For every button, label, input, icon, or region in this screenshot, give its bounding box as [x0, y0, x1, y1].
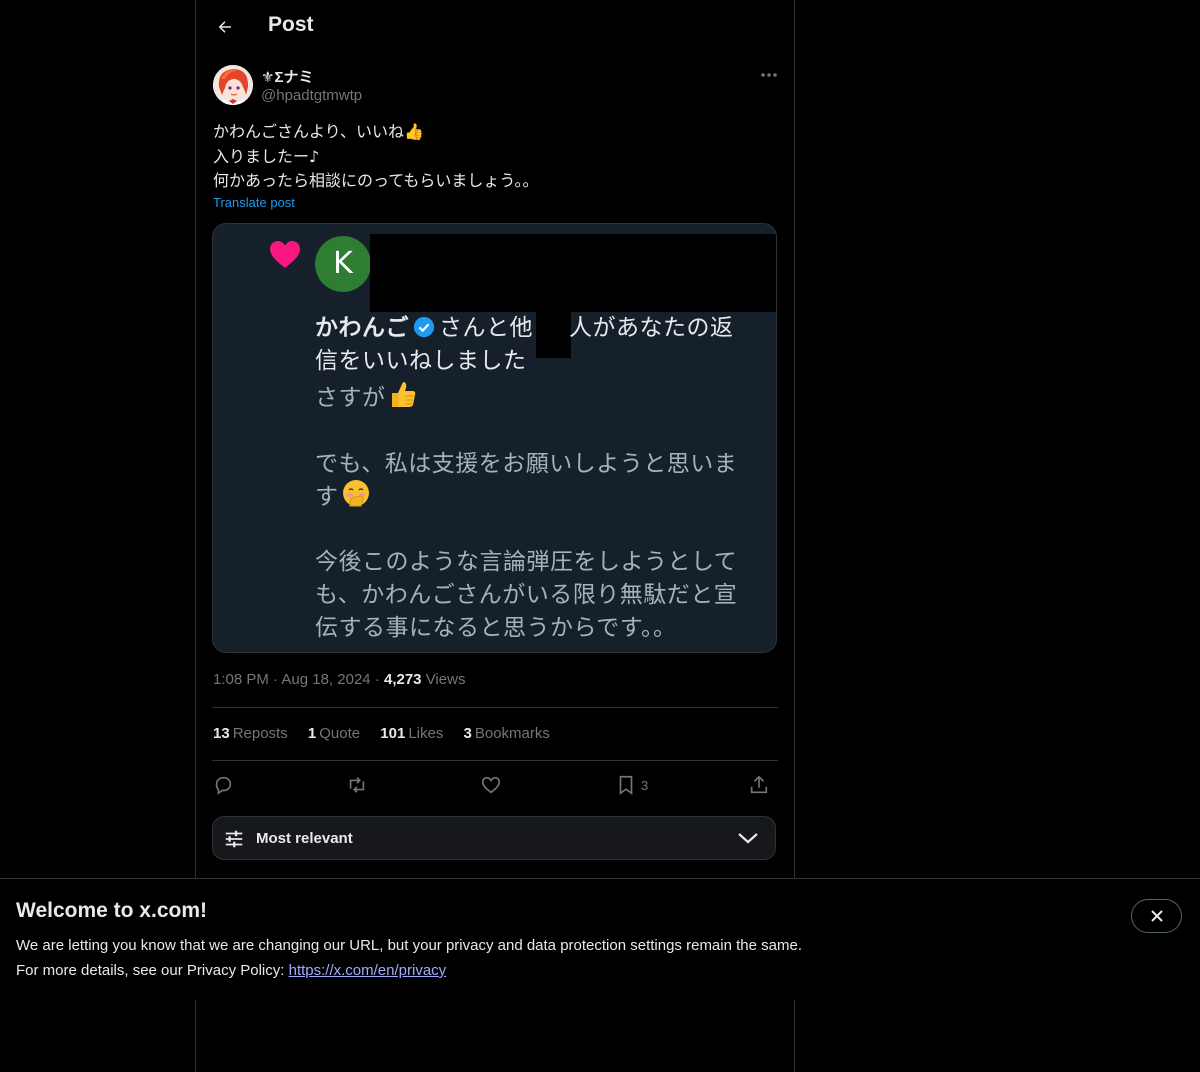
reply-line: 伝する事になると思うからです。。: [315, 615, 677, 641]
more-icon: [761, 73, 777, 77]
bookmark-count: 3: [641, 777, 649, 793]
repost-icon: [349, 777, 365, 793]
share-icon: [750, 775, 768, 794]
post-text: かわんごさんより、いいね👍 入りましたー♪ 何かあったら相談にのってもらいましょ…: [213, 120, 773, 194]
post-date[interactable]: Aug 18, 2024: [281, 671, 370, 688]
bookmark-icon: [619, 775, 633, 795]
share-button[interactable]: [748, 773, 770, 797]
reply-line: さすが: [315, 378, 418, 412]
like-button[interactable]: [480, 773, 502, 797]
reply-line: でも、私は支援をお願いしようと思いま: [315, 451, 738, 477]
notification-name: かわんご: [315, 315, 409, 341]
stat-count: 1: [307, 725, 317, 742]
reply-line: 今後このような言論弾圧をしようとして: [315, 549, 738, 575]
divider: [212, 760, 778, 761]
translate-post-link[interactable]: Translate post: [213, 195, 295, 210]
separator: ·: [273, 671, 279, 688]
avatar-image: [213, 65, 253, 105]
chevron-down-icon: [738, 833, 758, 844]
post-text-line: かわんごさんより、いいね👍: [213, 122, 424, 141]
banner-text: For more details, see our Privacy Policy…: [16, 962, 446, 979]
stat-label: Reposts: [232, 725, 288, 742]
sort-label: Most relevant: [256, 830, 353, 847]
views-count: 4,273: [383, 671, 422, 688]
post-image[interactable]: K かわんご さんと他 人があなたの返 信をいいねしました さすが でも、私は支援を…: [212, 223, 777, 653]
close-icon: [1150, 910, 1163, 922]
notification-text: さんと他: [439, 315, 533, 341]
back-button[interactable]: [210, 12, 240, 42]
post-header: Post: [196, 0, 794, 54]
welcome-banner: Welcome to x.com! We are letting you kno…: [0, 878, 1200, 1000]
avatar[interactable]: [213, 65, 253, 105]
page-title: Post: [268, 13, 314, 36]
author-handle[interactable]: @hpadtgtmwtp: [261, 87, 362, 104]
reply-line: も、かわんごさんがいる限り無駄だと宣: [315, 582, 738, 608]
action-bar: 3: [212, 770, 778, 800]
heart-icon: [270, 241, 300, 268]
notification-avatar: K: [315, 236, 371, 292]
reply-line: す: [315, 477, 371, 511]
divider: [212, 707, 778, 708]
sort-replies-dropdown[interactable]: Most relevant: [212, 816, 776, 860]
post-text-line: 何かあったら相談にのってもらいましょう。。: [213, 171, 539, 190]
stat-label: Quote: [319, 725, 361, 742]
reposts-stat[interactable]: 13 Reposts: [213, 725, 288, 742]
reply-text: す: [315, 484, 339, 510]
reply-icon: [215, 776, 232, 795]
heart-icon: [481, 776, 501, 794]
quotes-stat[interactable]: 1 Quote: [308, 725, 360, 742]
stat-count: 101: [380, 725, 406, 742]
screenshot-content: K かわんご さんと他 人があなたの返 信をいいねしました さすが でも、私は支援を…: [213, 224, 776, 652]
post-text-line: 入りましたー♪: [213, 146, 320, 166]
stat-label: Bookmarks: [474, 725, 550, 742]
face-hand-over-mouth-icon: [342, 480, 369, 507]
reply-text: さすが: [315, 385, 386, 411]
verified-badge-icon: [413, 316, 435, 338]
close-banner-button[interactable]: [1131, 899, 1182, 933]
views-label: Views: [425, 671, 466, 688]
banner-text-prefix: For more details, see our Privacy Policy…: [16, 962, 285, 979]
back-arrow-icon: [218, 21, 231, 33]
notification-line: かわんご さんと他 人があなたの返: [315, 308, 734, 342]
banner-text: We are letting you know that we are chan…: [16, 937, 802, 954]
bookmarks-stat[interactable]: 3 Bookmarks: [464, 725, 550, 742]
privacy-policy-link[interactable]: https://x.com/en/privacy: [289, 962, 447, 979]
bookmark-button[interactable]: 3: [615, 773, 648, 797]
stat-count: 3: [463, 725, 472, 742]
separator: ·: [374, 671, 380, 688]
author-name[interactable]: ⚜Σナミ: [261, 66, 313, 87]
post-time[interactable]: 1:08 PM: [213, 671, 269, 688]
likes-stat[interactable]: 101 Likes: [380, 725, 443, 742]
notification-line: 信をいいねしました: [315, 348, 527, 374]
stat-count: 13: [213, 725, 230, 742]
repost-button[interactable]: [346, 773, 368, 797]
post-metadata: 1:08 PM · Aug 18, 2024 · 4,273 Views: [213, 671, 465, 688]
reply-button[interactable]: [212, 773, 234, 797]
more-options-button[interactable]: [758, 66, 780, 84]
engagement-stats: 13 Reposts 1 Quote 101 Likes 3 Bookmarks: [213, 725, 566, 742]
redaction-block: [370, 234, 776, 312]
stat-label: Likes: [408, 725, 444, 742]
notification-text: 人があなたの返: [569, 315, 734, 341]
banner-title: Welcome to x.com!: [16, 899, 207, 922]
filter-sliders-icon: [225, 830, 243, 848]
thumbs-up-icon: [391, 382, 415, 407]
